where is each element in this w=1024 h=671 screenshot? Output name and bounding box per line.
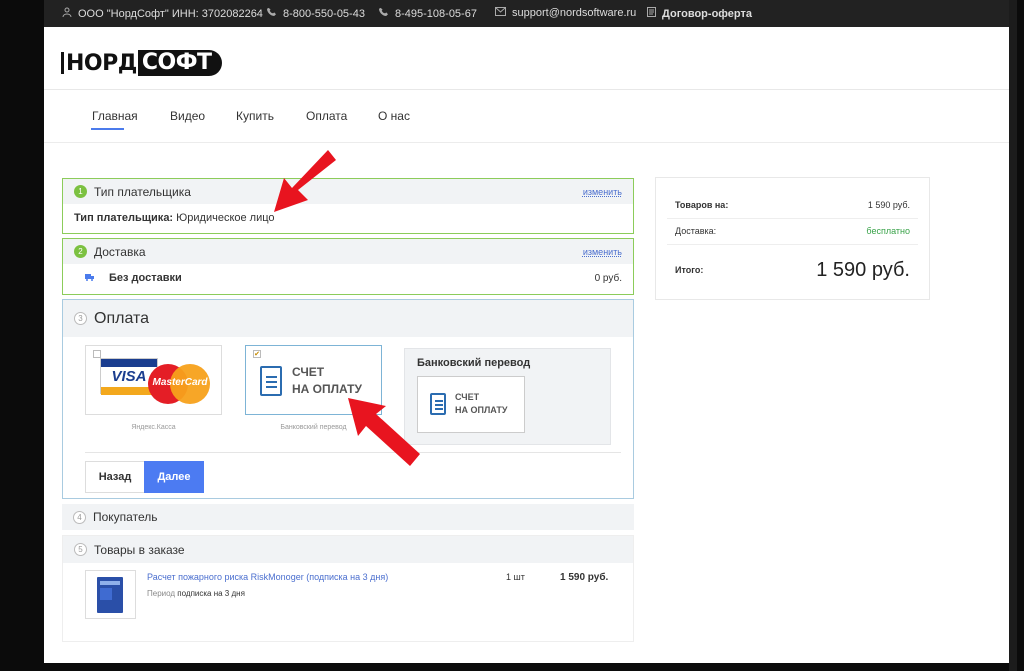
offer-text: Договор-оферта: [662, 7, 752, 20]
summary-delivery-row: Доставка: бесплатно: [675, 226, 910, 236]
product-period-value: подписка на 3 дня: [177, 589, 245, 598]
payment-details-title: Банковский перевод: [417, 357, 531, 369]
option-checkbox-checked[interactable]: ✔: [253, 350, 261, 358]
buyer-section[interactable]: 4 Покупатель: [62, 504, 634, 530]
annotation-arrow-icon: [274, 150, 336, 212]
delivery-change-link[interactable]: изменить: [583, 247, 622, 257]
delivery-title: Доставка: [94, 244, 146, 259]
nav-item-video[interactable]: Видео: [170, 109, 205, 123]
nav-item-home[interactable]: Главная: [92, 109, 138, 123]
product-price: 1 590 руб.: [560, 572, 609, 583]
summary-delivery-value: бесплатно: [866, 226, 910, 236]
delivery-method: Без доставки: [109, 272, 182, 284]
main-nav: Главная Видео Купить Оплата О нас: [44, 90, 1009, 143]
summary-divider: [667, 218, 918, 219]
invoice-graphic-small: СЧЕТ НА ОПЛАТУ: [430, 391, 507, 417]
phone1-link[interactable]: 8-800-550-05-43: [267, 7, 365, 20]
email-link[interactable]: support@nordsoftware.ru: [495, 7, 636, 19]
payer-type-title: Тип плательщика: [94, 184, 191, 199]
summary-goods-value: 1 590 руб.: [867, 200, 910, 210]
payer-type-value: Юридическое лицо: [176, 212, 275, 224]
delivery-section: 2 Доставка изменить Без доставки 0 руб.: [62, 238, 634, 295]
summary-goods-row: Товаров на: 1 590 руб.: [675, 200, 910, 210]
payer-type-section: 1 Тип плательщика изменить Тип плательщи…: [62, 178, 634, 234]
step-number-icon: 5: [74, 543, 87, 556]
payment-title: Оплата: [94, 309, 150, 327]
site-logo[interactable]: НОРД СОФТ: [61, 50, 222, 76]
mastercard-text: MasterCard: [152, 377, 208, 388]
summary-goods-label: Товаров на:: [675, 200, 729, 210]
payer-type-label: Тип плательщика:: [74, 212, 174, 224]
mastercard-logo: MasterCard: [148, 364, 210, 404]
top-info-bar: ООО "НордСофт" ИНН: 3702082264 8-800-550…: [44, 0, 1009, 27]
goods-section: 5 Товары в заказе Расчет пожарного риска…: [62, 535, 634, 642]
payer-type-body: Тип плательщика: Юридическое лицо: [63, 204, 633, 232]
user-icon: [62, 7, 72, 20]
payment-option-yandex[interactable]: VISA MasterCard: [85, 345, 222, 415]
logo-text-nord: НОРД: [66, 50, 137, 76]
email-text: support@nordsoftware.ru: [512, 7, 637, 19]
header: НОРД СОФТ: [44, 27, 1009, 90]
order-summary: Товаров на: 1 590 руб. Доставка: бесплат…: [655, 177, 930, 300]
invoice-small-line2: НА ОПЛАТУ: [455, 405, 508, 415]
buyer-header: 4 Покупатель: [62, 504, 634, 530]
product-quantity: 1 шт: [506, 572, 525, 582]
phone2-link[interactable]: 8-495-108-05-67: [379, 7, 477, 20]
annotation-arrow-icon: [348, 398, 420, 466]
delivery-body: Без доставки 0 руб.: [63, 264, 633, 284]
truck-icon: [85, 272, 95, 284]
product-period-label: Период: [147, 589, 176, 598]
invoice-graphic: СЧЕТ НА ОПЛАТУ: [260, 364, 362, 398]
window-edge: [1009, 0, 1017, 671]
company-text: ООО "НордСофт" ИНН: 3702082264: [78, 7, 263, 20]
phone1-text: 8-800-550-05-43: [283, 7, 365, 20]
logo-bar: [61, 52, 64, 74]
nav-item-about[interactable]: О нас: [378, 109, 410, 123]
invoice-text-small: СЧЕТ НА ОПЛАТУ: [455, 391, 507, 417]
logo-text-soft: СОФТ: [137, 50, 222, 76]
company-info: ООО "НордСофт" ИНН: 3702082264: [62, 7, 263, 20]
back-button[interactable]: Назад: [85, 461, 145, 493]
product-name-link[interactable]: Расчет пожарного риска RiskMonoger (подп…: [147, 572, 388, 582]
next-button[interactable]: Далее: [144, 461, 204, 493]
step-number-icon: 4: [73, 510, 86, 524]
summary-total-value: 1 590 руб.: [816, 258, 910, 281]
step-done-icon: 2: [74, 245, 87, 258]
invoice-small-line1: СЧЕТ: [455, 392, 480, 402]
summary-divider: [667, 244, 918, 245]
phone2-text: 8-495-108-05-67: [395, 7, 477, 20]
phone-icon: [379, 7, 389, 20]
step-number-icon: 3: [74, 312, 87, 325]
phone-icon: [267, 7, 277, 20]
product-period: Период подписка на 3 дня: [147, 589, 245, 598]
option-checkbox[interactable]: [93, 350, 101, 358]
document-icon: [647, 7, 656, 20]
goods-title: Товары в заказе: [94, 542, 185, 557]
summary-total-row: Итого: 1 590 руб.: [675, 258, 910, 282]
nav-item-payment[interactable]: Оплата: [306, 109, 347, 123]
payment-header: 3 Оплата: [63, 300, 633, 337]
product-thumbnail[interactable]: [85, 570, 136, 619]
invoice-line1: СЧЕТ: [292, 365, 325, 379]
invoice-document-icon: [260, 366, 282, 396]
buyer-title: Покупатель: [93, 510, 158, 524]
delivery-price: 0 руб.: [594, 272, 622, 284]
nav-item-buy[interactable]: Купить: [236, 109, 274, 123]
payer-change-link[interactable]: изменить: [583, 187, 622, 197]
step-done-icon: 1: [74, 185, 87, 198]
offer-link[interactable]: Договор-оферта: [647, 7, 752, 20]
payment-option-yandex-label: Яндекс.Касса: [131, 424, 176, 431]
payment-details-card: СЧЕТ НА ОПЛАТУ: [417, 376, 525, 433]
browser-page: ООО "НордСофт" ИНН: 3702082264 8-800-550…: [44, 0, 1009, 663]
summary-total-label: Итого:: [675, 265, 704, 275]
invoice-document-icon: [430, 393, 446, 415]
mail-icon: [495, 7, 506, 19]
summary-delivery-label: Доставка:: [675, 226, 717, 236]
goods-header: 5 Товары в заказе: [63, 536, 633, 563]
payer-type-header: 1 Тип плательщика изменить: [63, 179, 633, 204]
delivery-header: 2 Доставка изменить: [63, 239, 633, 264]
nav-active-indicator: [91, 128, 124, 130]
payment-details-panel: Банковский перевод СЧЕТ НА ОПЛАТУ: [404, 348, 611, 445]
invoice-text: СЧЕТ НА ОПЛАТУ: [292, 364, 362, 398]
